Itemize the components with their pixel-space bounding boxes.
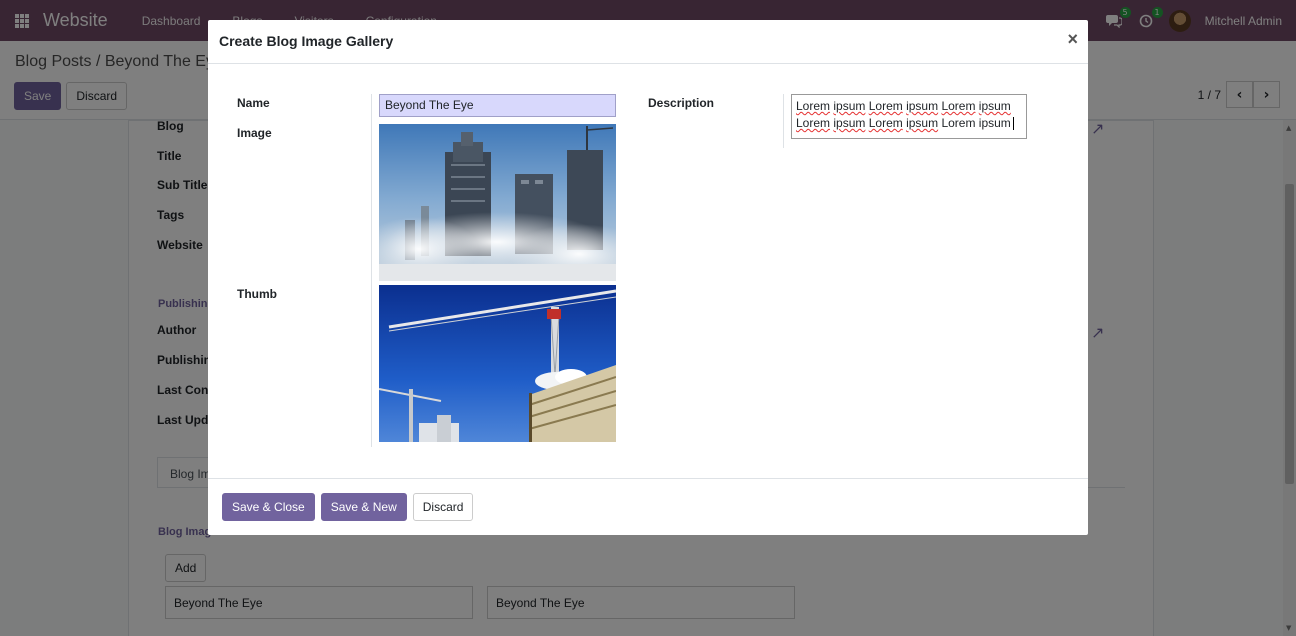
description-word: Lorem — [796, 99, 831, 113]
image-field-preview[interactable] — [379, 124, 616, 281]
dialog-body: Name Image Thumb Description Beyond The … — [208, 64, 1088, 478]
description-word: Lorem — [941, 99, 976, 113]
name-input[interactable]: Beyond The Eye — [379, 94, 616, 117]
dialog-title: Create Blog Image Gallery — [219, 33, 394, 49]
description-word: Lorem — [796, 116, 831, 130]
column-divider — [783, 94, 784, 148]
dialog-footer-buttons: Save & Close Save & New Discard — [222, 493, 474, 521]
description-line-1: Lorem ipsum Lorem ipsum Lorem ipsum — [796, 98, 1022, 115]
close-icon[interactable]: × — [1067, 29, 1078, 50]
save-close-button[interactable]: Save & Close — [222, 493, 315, 521]
dialog-header: Create Blog Image Gallery × — [208, 20, 1088, 64]
save-new-button[interactable]: Save & New — [320, 493, 407, 521]
column-divider — [371, 94, 372, 447]
field-label-thumb: Thumb — [237, 287, 277, 301]
description-word: ipsum — [906, 99, 939, 113]
description-word: ipsum — [978, 99, 1011, 113]
thumb-field-preview[interactable] — [379, 285, 616, 442]
description-word: Lorem — [868, 99, 903, 113]
field-label-image: Image — [237, 126, 272, 140]
dialog-discard-button[interactable]: Discard — [412, 493, 474, 521]
create-gallery-dialog: Create Blog Image Gallery × Name Image T… — [208, 20, 1088, 535]
description-word: Lorem — [868, 116, 903, 130]
field-label-description: Description — [648, 96, 715, 110]
description-word: ipsum — [833, 99, 866, 113]
description-word: ipsum — [833, 116, 866, 130]
field-label-name: Name — [237, 96, 270, 110]
description-word: Lorem ipsum — [941, 116, 1011, 130]
description-line-2: Lorem ipsum Lorem ipsum Lorem ipsum — [796, 115, 1022, 132]
text-caret — [1012, 117, 1014, 131]
description-word: ipsum — [906, 116, 939, 130]
description-textarea[interactable]: Lorem ipsum Lorem ipsum Lorem ipsum Lore… — [791, 94, 1027, 139]
dialog-footer: Save & Close Save & New Discard — [208, 478, 1088, 535]
